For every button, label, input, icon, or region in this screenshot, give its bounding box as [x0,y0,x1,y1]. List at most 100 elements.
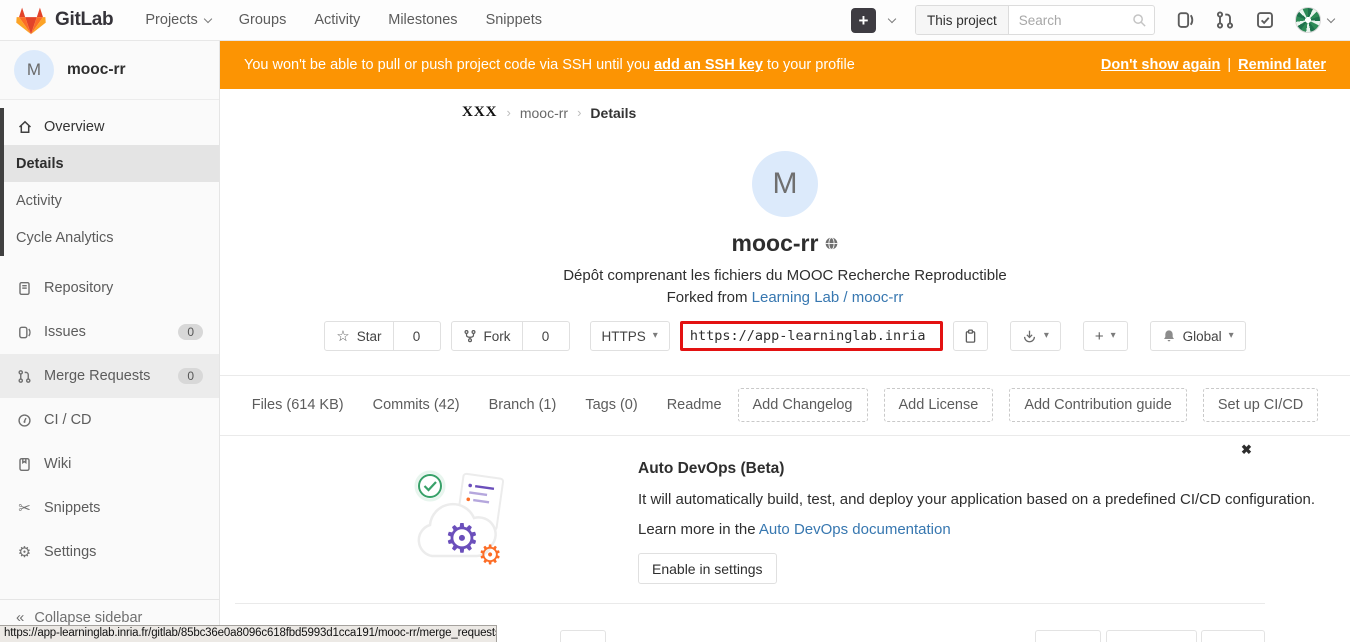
sidebar-item-cycle-analytics[interactable]: Cycle Analytics [4,219,219,256]
breadcrumb-namespace[interactable]: XXX [462,104,498,121]
todos-icon[interactable] [1255,10,1275,30]
auto-devops-doc-link[interactable]: Auto DevOps documentation [759,521,951,538]
project-sidebar: M mooc-rr Overview Details Activity Cycl… [0,41,220,642]
auto-devops-text: It will automatically build, test, and d… [638,491,1315,508]
sidebar-item-wiki[interactable]: Wiki [0,442,219,486]
tab-commits[interactable]: Commits (42) [373,397,460,413]
forked-from-link[interactable]: Learning Lab / mooc-rr [752,289,904,306]
caret-down-icon: ▾ [1229,331,1234,341]
chevron-down-icon [888,14,896,22]
sidebar-item-ci-cd[interactable]: CI / CD [0,398,219,442]
brand-name: GitLab [55,9,113,31]
add-ssh-key-link[interactable]: add an SSH key [654,57,763,73]
sidebar-item-activity[interactable]: Activity [4,182,219,219]
breadcrumb-separator: › [498,105,520,120]
bell-icon [1162,329,1176,343]
download-icon [1022,329,1037,344]
fork-button[interactable]: Fork [451,321,523,351]
breadcrumb: XXX › mooc-rr › Details [220,89,1350,121]
star-button[interactable]: ☆ Star [324,321,393,351]
sidebar-item-details[interactable]: Details [4,145,219,182]
forked-from-text: Forked from [667,289,748,306]
home-icon [16,119,33,135]
toolbar-button-partial[interactable] [1201,630,1265,642]
user-menu[interactable] [1295,7,1334,33]
tab-files[interactable]: Files (614 KB) [252,397,344,413]
project-description: Dépôt comprenant les fichiers du MOOC Re… [220,267,1350,284]
pipe-separator: | [1227,57,1231,73]
divider [235,603,1265,604]
fork-icon [463,329,477,343]
project-stats-nav: Files (614 KB) Commits (42) Branch (1) T… [220,376,1350,435]
project-avatar: M [752,151,818,217]
chevron-down-icon [1327,14,1335,22]
sidebar-item-merge-requests[interactable]: Merge Requests 0 [0,354,219,398]
add-changelog-button[interactable]: Add Changelog [738,388,868,422]
gitlab-logo[interactable]: GitLab [16,6,113,35]
enable-in-settings-button[interactable]: Enable in settings [638,553,777,584]
issues-icon [16,325,33,340]
caret-down-icon: ▾ [653,331,658,341]
clone-url-input[interactable] [680,321,943,351]
tab-tags[interactable]: Tags (0) [585,397,637,413]
nav-milestones[interactable]: Milestones [388,12,457,28]
close-icon[interactable]: ✖ [1241,442,1252,458]
auto-devops-title: Auto DevOps (Beta) [638,460,1315,478]
nav-activity[interactable]: Activity [314,12,360,28]
scissors-icon: ✂ [16,501,33,516]
sidebar-item-settings[interactable]: ⚙ Settings [0,530,219,574]
auto-devops-illustration: ⚙ ⚙ [408,452,528,584]
branch-selector-partial[interactable] [560,630,606,642]
issues-icon[interactable] [1175,10,1195,30]
project-actions: ☆ Star 0 Fork 0 HTTPS ▾ [220,321,1350,351]
toolbar-button-partial[interactable] [1035,630,1101,642]
notification-dropdown[interactable]: Global ▾ [1150,321,1246,351]
download-dropdown[interactable]: ▾ [1010,321,1061,351]
sidebar-item-overview[interactable]: Overview [4,108,219,145]
sidebar-item-snippets[interactable]: ✂ Snippets [0,486,219,530]
plus-icon: + [851,8,876,33]
star-icon: ☆ [336,329,349,344]
auto-devops-callout: ⚙ ⚙ Auto DevOps (Beta) It will automatic… [220,435,1350,584]
nav-projects[interactable]: Projects [145,12,210,28]
clipboard-icon [963,329,978,344]
sidebar-project-header[interactable]: M mooc-rr [0,41,219,100]
top-navbar: GitLab Projects Groups Activity Mileston… [0,0,1350,41]
sidebar-item-issues[interactable]: Issues 0 [0,310,219,354]
dont-show-again-link[interactable]: Don't show again [1101,57,1220,73]
caret-down-icon: ▾ [1044,331,1049,341]
remind-later-link[interactable]: Remind later [1238,57,1326,73]
project-title: mooc-rr [732,230,819,257]
gauge-icon [16,413,33,428]
add-license-button[interactable]: Add License [884,388,994,422]
toolbar-button-partial[interactable] [1106,630,1197,642]
merge-requests-icon[interactable] [1215,10,1235,30]
ssh-warning-banner: You won't be able to pull or push projec… [220,41,1350,89]
caret-down-icon: ▾ [1111,331,1116,341]
copy-url-button[interactable] [953,321,988,351]
fork-count[interactable]: 0 [523,321,570,351]
new-menu-button[interactable]: + [851,8,895,33]
nav-groups[interactable]: Groups [239,12,287,28]
document-icon [16,281,33,296]
add-contribution-guide-button[interactable]: Add Contribution guide [1009,388,1187,422]
tab-readme[interactable]: Readme [667,397,722,413]
angle-double-left-icon: « [16,609,24,626]
breadcrumb-project[interactable]: mooc-rr [520,105,568,121]
search-scope-label[interactable]: This project [916,6,1009,34]
merge-requests-count-badge: 0 [178,368,203,384]
star-count[interactable]: 0 [394,321,441,351]
merge-requests-icon [16,369,33,384]
search-bar: This project [915,5,1155,35]
setup-ci-cd-button[interactable]: Set up CI/CD [1203,388,1318,422]
svg-text:⚙: ⚙ [444,516,480,562]
issues-count-badge: 0 [178,324,203,340]
nav-snippets[interactable]: Snippets [486,12,542,28]
book-icon [16,457,33,472]
add-dropdown[interactable]: + ▾ [1083,321,1128,351]
main-content: XXX › mooc-rr › Details M mooc-rr Dépôt … [220,89,1350,642]
tanuki-icon [16,6,46,35]
tab-branch[interactable]: Branch (1) [489,397,557,413]
sidebar-item-repository[interactable]: Repository [0,266,219,310]
protocol-dropdown[interactable]: HTTPS ▾ [590,321,670,351]
